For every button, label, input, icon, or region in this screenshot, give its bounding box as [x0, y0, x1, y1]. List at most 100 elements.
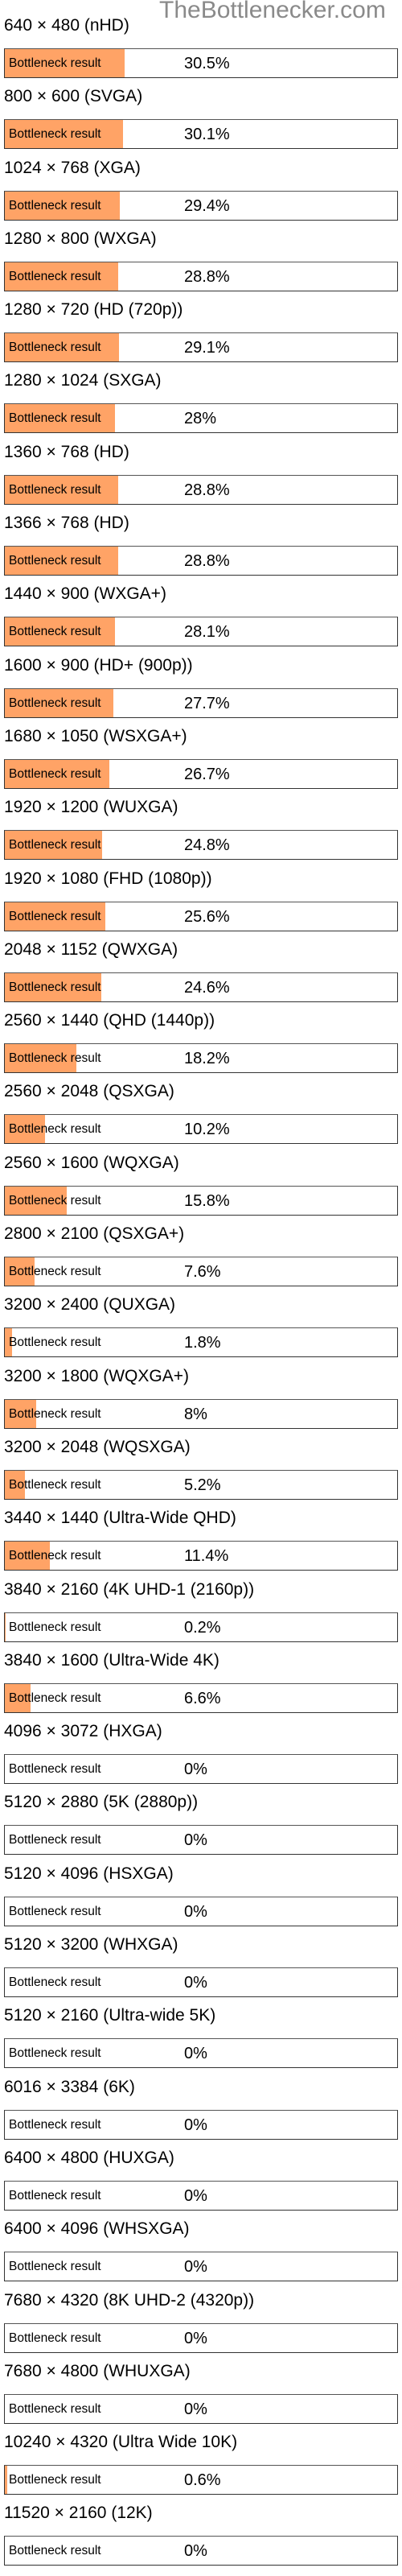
- bottleneck-bar: Bottleneck result 28.8%: [4, 546, 398, 576]
- result-row: 6016 × 3384 (6K) Bottleneck result 0%: [0, 2074, 402, 2145]
- bottleneck-bar: Bottleneck result 0%: [4, 2393, 398, 2424]
- bottleneck-bar: Bottleneck result 7.6%: [4, 1257, 398, 1287]
- bar-value: 0.6%: [184, 2471, 221, 2490]
- bar-label: Bottleneck result: [9, 1406, 101, 1421]
- bar-value: 0%: [184, 1974, 207, 1992]
- resolution-label: 6400 × 4096 (WHSXGA): [4, 2219, 190, 2239]
- bar-label: Bottleneck result: [9, 198, 101, 213]
- bar-label: Bottleneck result: [9, 1904, 101, 1918]
- resolution-label: 4096 × 3072 (HXGA): [4, 1722, 162, 1741]
- bar-value: 29.4%: [184, 196, 230, 215]
- resolution-label: 10240 × 4320 (Ultra Wide 10K): [4, 2433, 238, 2452]
- result-row: 3440 × 1440 (Ultra-Wide QHD) Bottleneck r…: [0, 1505, 402, 1576]
- bar-label: Bottleneck result: [9, 980, 101, 994]
- bar-label: Bottleneck result: [9, 56, 101, 70]
- resolution-label: 2560 × 2048 (QSXGA): [4, 1082, 174, 1101]
- bar-value: 15.8%: [184, 1191, 230, 1210]
- bottleneck-bar: Bottleneck result 8%: [4, 1398, 398, 1429]
- bar-value: 28%: [184, 410, 217, 428]
- resolution-label: 5120 × 3200 (WHXGA): [4, 1935, 178, 1955]
- bar-value: 0%: [184, 2258, 207, 2277]
- resolution-label: 1600 × 900 (HD+ (900p)): [4, 655, 193, 675]
- bar-value: 0%: [184, 2400, 207, 2418]
- resolution-label: 3200 × 2400 (QUXGA): [4, 1295, 176, 1315]
- result-row: 1024 × 768 (XGA) Bottleneck result 29.4%: [0, 155, 402, 226]
- bottleneck-bar: Bottleneck result 0%: [4, 2109, 398, 2140]
- resolution-label: 2560 × 1440 (QHD (1440p)): [4, 1011, 215, 1030]
- bottleneck-bar: Bottleneck result 0%: [4, 2038, 398, 2069]
- bar-label: Bottleneck result: [9, 127, 101, 142]
- result-row: 3200 × 2048 (WQSXGA) Bottleneck result 5.2…: [0, 1435, 402, 1505]
- result-row: 2800 × 2100 (QSXGA+) Bottleneck result 7.6…: [0, 1221, 402, 1292]
- result-row: 1366 × 768 (HD) Bottleneck result 28.8%: [0, 510, 402, 581]
- result-row: 5120 × 3200 (WHXGA) Bottleneck result 0%: [0, 1932, 402, 2003]
- bar-label: Bottleneck result: [9, 625, 101, 639]
- bar-label: Bottleneck result: [9, 411, 101, 426]
- resolution-label: 3840 × 2160 (4K UHD-1 (2160p)): [4, 1579, 255, 1599]
- bar-label: Bottleneck result: [9, 1122, 101, 1137]
- result-row: 1600 × 900 (HD+ (900p)) Bottleneck result…: [0, 653, 402, 724]
- resolution-label: 1280 × 1024 (SXGA): [4, 371, 162, 390]
- bottleneck-bar: Bottleneck result 18.2%: [4, 1043, 398, 1074]
- resolution-label: 800 × 600 (SVGA): [4, 87, 143, 106]
- result-row: 6400 × 4096 (WHSXGA) Bottleneck result 0%: [0, 2216, 402, 2287]
- bottleneck-bar: Bottleneck result 29.4%: [4, 190, 398, 221]
- resolution-label: 1920 × 1080 (FHD (1080p)): [4, 869, 212, 888]
- bar-value: 0%: [184, 2329, 207, 2347]
- result-row: 800 × 600 (SVGA) Bottleneck result 30.1%: [0, 84, 402, 155]
- resolution-label: 640 × 480 (nHD): [4, 16, 129, 35]
- bar-label: Bottleneck result: [9, 2401, 101, 2416]
- result-row: 2560 × 1600 (WQXGA) Bottleneck result 15.8…: [0, 1150, 402, 1221]
- bottleneck-bar: Bottleneck result 25.6%: [4, 901, 398, 931]
- bar-value: 26.7%: [184, 765, 230, 783]
- resolution-label: 1280 × 720 (HD (720p)): [4, 300, 183, 320]
- resolution-label: 3200 × 1800 (WQXGA+): [4, 1366, 189, 1385]
- result-row: 3840 × 1600 (Ultra-Wide 4K) Bottleneck re…: [0, 1648, 402, 1719]
- bottleneck-chart: 640 × 480 (nHD) Bottleneck result 30.5% 800…: [0, 13, 402, 2572]
- bottleneck-bar: Bottleneck result 6.6%: [4, 1682, 398, 1713]
- resolution-label: 3200 × 2048 (WQSXGA): [4, 1437, 191, 1456]
- bar-value: 5.2%: [184, 1476, 221, 1494]
- resolution-label: 1280 × 800 (WXGA): [4, 229, 157, 248]
- bar-label: Bottleneck result: [9, 1975, 101, 1990]
- resolution-label: 3440 × 1440 (Ultra-Wide QHD): [4, 1509, 236, 1528]
- bar-label: Bottleneck result: [9, 2188, 101, 2202]
- bottleneck-bar: Bottleneck result 11.4%: [4, 1541, 398, 1571]
- bar-label: Bottleneck result: [9, 1690, 101, 1705]
- bottleneck-bar: Bottleneck result 24.8%: [4, 830, 398, 861]
- bar-value: 30.1%: [184, 126, 230, 144]
- resolution-label: 1440 × 900 (WXGA+): [4, 584, 166, 604]
- bottleneck-bar: Bottleneck result 26.7%: [4, 758, 398, 789]
- result-row: 2560 × 1440 (QHD (1440p)) Bottleneck resu…: [0, 1008, 402, 1079]
- result-row: 7680 × 4800 (WHUXGA) Bottleneck result 0%: [0, 2359, 402, 2429]
- resolution-label: 2048 × 1152 (QWXGA): [4, 939, 178, 959]
- result-row: 10240 × 4320 (Ultra Wide 10K) Bottleneck …: [0, 2429, 402, 2500]
- bottleneck-bar: Bottleneck result 24.6%: [4, 972, 398, 1002]
- bar-fill: [5, 1612, 6, 1641]
- bar-label: Bottleneck result: [9, 482, 101, 497]
- bar-label: Bottleneck result: [9, 1193, 101, 1208]
- bar-value: 0%: [184, 2116, 207, 2134]
- bar-label: Bottleneck result: [9, 1477, 101, 1492]
- result-row: 7680 × 4320 (8K UHD-2 (4320p)) Bottleneck…: [0, 2288, 402, 2359]
- bar-label: Bottleneck result: [9, 2473, 101, 2487]
- bar-label: Bottleneck result: [9, 1620, 101, 1634]
- resolution-label: 1920 × 1200 (WUXGA): [4, 798, 178, 817]
- bar-value: 0%: [184, 1831, 207, 1850]
- bottleneck-bar: Bottleneck result 0%: [4, 2180, 398, 2211]
- bottleneck-bar: Bottleneck result 30.5%: [4, 48, 398, 78]
- bar-value: 0%: [184, 2186, 207, 2205]
- bar-label: Bottleneck result: [9, 838, 101, 852]
- result-row: 5120 × 2880 (5K (2880p)) Bottleneck resul…: [0, 1790, 402, 1860]
- bottleneck-bar: Bottleneck result 5.2%: [4, 1469, 398, 1500]
- bar-value: 27.7%: [184, 694, 230, 712]
- bar-label: Bottleneck result: [9, 1549, 101, 1563]
- bar-label: Bottleneck result: [9, 1051, 101, 1066]
- resolution-label: 7680 × 4800 (WHUXGA): [4, 2361, 191, 2380]
- result-row: 6400 × 4800 (HUXGA) Bottleneck result 0%: [0, 2145, 402, 2216]
- bottleneck-bar: Bottleneck result 15.8%: [4, 1185, 398, 1216]
- result-row: 1360 × 768 (HD) Bottleneck result 28.8%: [0, 440, 402, 510]
- bar-value: 7.6%: [184, 1263, 221, 1282]
- resolution-label: 3840 × 1600 (Ultra-Wide 4K): [4, 1650, 219, 1670]
- bottleneck-bar: Bottleneck result 0%: [4, 1967, 398, 1998]
